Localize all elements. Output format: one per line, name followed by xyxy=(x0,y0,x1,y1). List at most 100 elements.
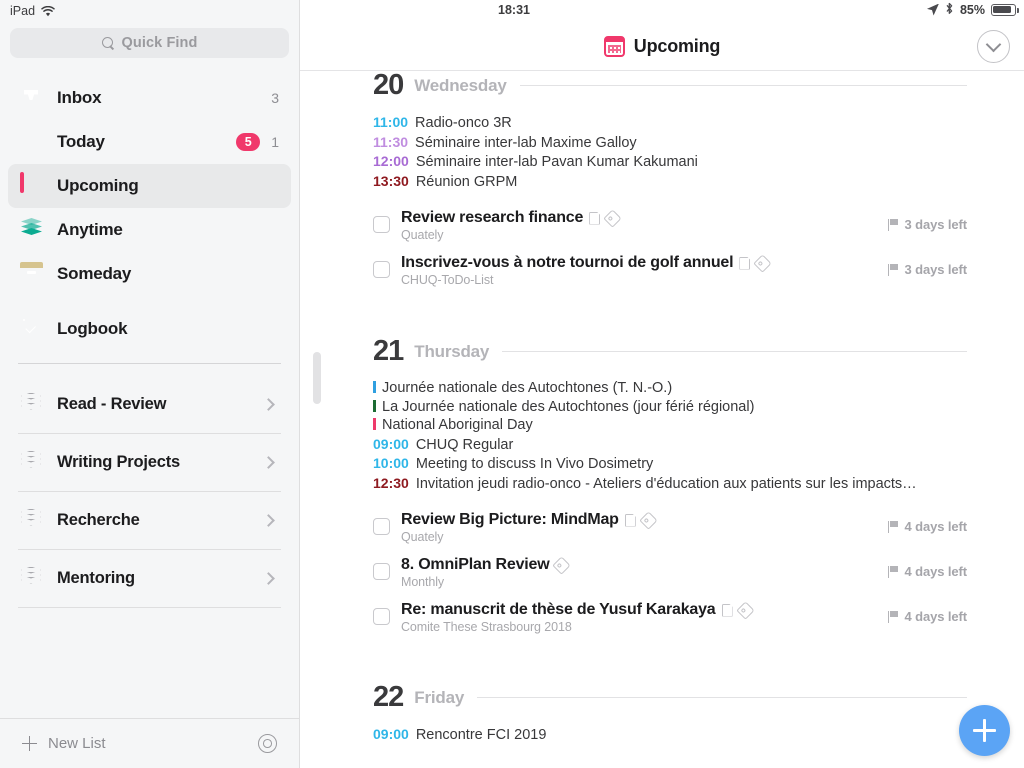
project-label: Writing Projects xyxy=(57,453,181,471)
day-header: 20 Wednesday xyxy=(373,71,1024,100)
calendar-icon xyxy=(603,35,625,57)
chevron-right-icon xyxy=(262,572,275,585)
task-title: Re: manuscrit de thèse de Yusuf Karakaya xyxy=(401,601,716,618)
sidebar-item-upcoming[interactable]: Upcoming xyxy=(8,164,291,208)
note-icon xyxy=(589,211,601,225)
event-color-bar xyxy=(373,418,376,430)
event-title: Séminaire inter-lab Pavan Kumar Kakumani xyxy=(415,154,698,170)
stack-icon xyxy=(20,508,44,533)
due-text: 4 days left xyxy=(904,564,968,579)
day-header: 21 Thursday xyxy=(373,337,1024,366)
flag-icon xyxy=(887,610,899,623)
collapse-all-button[interactable] xyxy=(977,30,1010,63)
task-row[interactable]: 8. OmniPlan Review Monthly 4 days left xyxy=(373,550,1024,595)
sidebar-item-recherche[interactable]: Recherche xyxy=(8,492,291,549)
flag-icon xyxy=(887,263,899,276)
project-label: Read - Review xyxy=(57,395,167,413)
chevron-right-icon xyxy=(262,514,275,527)
sidebar-item-read-review[interactable]: Read - Review xyxy=(8,376,291,433)
task-due: 3 days left xyxy=(887,217,967,232)
task-row[interactable]: Re: manuscrit de thèse de Yusuf Karakaya… xyxy=(373,595,1024,640)
task-checkbox[interactable] xyxy=(373,216,390,233)
logbook-icon xyxy=(20,317,44,341)
sidebar: iPad Quick Find Inbox 3 Today 5 1 Upcomi… xyxy=(0,0,300,768)
flag-icon xyxy=(887,565,899,578)
task-list: Review research finance Quately 3 days l… xyxy=(373,203,1024,293)
sidebar-item-anytime[interactable]: Anytime xyxy=(8,208,291,252)
stack-icon xyxy=(20,566,44,591)
flag-icon xyxy=(887,218,899,231)
new-list-button[interactable]: New List xyxy=(22,735,106,752)
calendar-event[interactable]: 09:00 Rencontre FCI 2019 xyxy=(373,725,1024,745)
gear-icon[interactable] xyxy=(258,734,277,753)
search-placeholder: Quick Find xyxy=(121,35,198,51)
calendar-event[interactable]: 09:00 CHUQ Regular xyxy=(373,435,1024,455)
chevron-right-icon xyxy=(262,456,275,469)
event-title: Séminaire inter-lab Maxime Galloy xyxy=(415,134,637,151)
due-text: 4 days left xyxy=(904,519,968,534)
task-checkbox[interactable] xyxy=(373,261,390,278)
sidebar-item-someday[interactable]: Someday xyxy=(8,252,291,296)
event-time: 11:00 xyxy=(373,114,409,130)
event-title: National Aboriginal Day xyxy=(382,417,533,433)
task-due: 4 days left xyxy=(887,519,968,534)
sidebar-item-mentoring[interactable]: Mentoring xyxy=(8,550,291,607)
event-time: 10:00 xyxy=(373,455,409,471)
task-row[interactable]: Review research finance Quately 3 days l… xyxy=(373,203,1024,248)
sidebar-item-label: Anytime xyxy=(57,220,123,239)
bluetooth-icon xyxy=(945,2,954,17)
calendar-event[interactable]: Journée nationale des Autochtones (T. N.… xyxy=(373,379,1024,398)
project-label: Mentoring xyxy=(57,569,135,587)
task-due: 4 days left xyxy=(887,564,968,579)
calendar-event[interactable]: 11:30 Séminaire inter-lab Maxime Galloy xyxy=(373,133,1024,153)
calendar-events: 11:00 Radio-onco 3R 11:30 Séminaire inte… xyxy=(373,113,1024,191)
task-checkbox[interactable] xyxy=(373,518,390,535)
event-time: 11:30 xyxy=(373,133,409,150)
tag-icon xyxy=(552,555,572,575)
event-title: La Journée nationale des Autochtones (jo… xyxy=(382,398,755,415)
calendar-event[interactable]: 13:30 Réunion GRPM xyxy=(373,172,1024,192)
chevron-right-icon xyxy=(262,398,275,411)
status-bar-right: 18:31 85% xyxy=(300,0,1024,22)
page-title: Upcoming xyxy=(633,35,721,56)
task-row[interactable]: Inscrivez-vous à notre tournoi de golf a… xyxy=(373,248,1024,293)
sidebar-item-today[interactable]: Today 5 1 xyxy=(8,120,291,164)
calendar-event[interactable]: 10:00 Meeting to discuss In Vivo Dosimet… xyxy=(373,454,1024,474)
sidebar-item-logbook[interactable]: Logbook xyxy=(8,307,291,351)
due-text: 3 days left xyxy=(904,262,968,277)
event-color-bar xyxy=(373,399,376,412)
sidebar-item-writing-projects[interactable]: Writing Projects xyxy=(8,434,291,491)
event-time: 12:30 xyxy=(373,474,409,491)
calendar-event[interactable]: 12:30 Invitation jeudi radio-onco - Atel… xyxy=(373,474,1024,494)
day-number: 22 xyxy=(373,681,404,713)
calendar-event[interactable]: 11:00 Radio-onco 3R xyxy=(373,113,1024,133)
task-title: Inscrivez-vous à notre tournoi de golf a… xyxy=(401,254,734,271)
calendar-event[interactable]: La Journée nationale des Autochtones (jo… xyxy=(373,398,1024,417)
sidebar-footer: New List xyxy=(0,718,299,768)
day-weekday: Friday xyxy=(414,687,465,707)
task-checkbox[interactable] xyxy=(373,563,390,580)
calendar-events: 09:00 Rencontre FCI 2019 xyxy=(373,725,1024,745)
event-time: 12:00 xyxy=(373,153,409,169)
day-rule xyxy=(519,85,967,86)
device-name: iPad xyxy=(10,4,36,18)
today-badge: 5 xyxy=(236,133,261,151)
inbox-icon xyxy=(20,86,44,110)
task-due: 3 days left xyxy=(887,262,968,277)
sidebar-item-inbox[interactable]: Inbox 3 xyxy=(8,76,291,120)
new-todo-button[interactable] xyxy=(959,705,1010,756)
calendar-event[interactable]: 12:00 Séminaire inter-lab Pavan Kumar Ka… xyxy=(373,152,1024,172)
box-icon xyxy=(20,262,44,286)
search-input[interactable]: Quick Find xyxy=(10,28,289,58)
task-checkbox[interactable] xyxy=(373,608,390,625)
calendar-event[interactable]: National Aboriginal Day xyxy=(373,416,1024,435)
stack-icon xyxy=(20,450,44,475)
divider xyxy=(18,607,281,608)
task-project: Monthly xyxy=(401,575,445,589)
calendar-icon xyxy=(20,172,44,198)
event-title: Journée nationale des Autochtones (T. N.… xyxy=(382,380,673,396)
task-row[interactable]: Review Big Picture: MindMap Quately 4 da… xyxy=(373,505,1024,550)
due-text: 4 days left xyxy=(904,609,968,624)
status-bar-left: iPad xyxy=(0,0,299,22)
day-number: 20 xyxy=(373,71,404,101)
